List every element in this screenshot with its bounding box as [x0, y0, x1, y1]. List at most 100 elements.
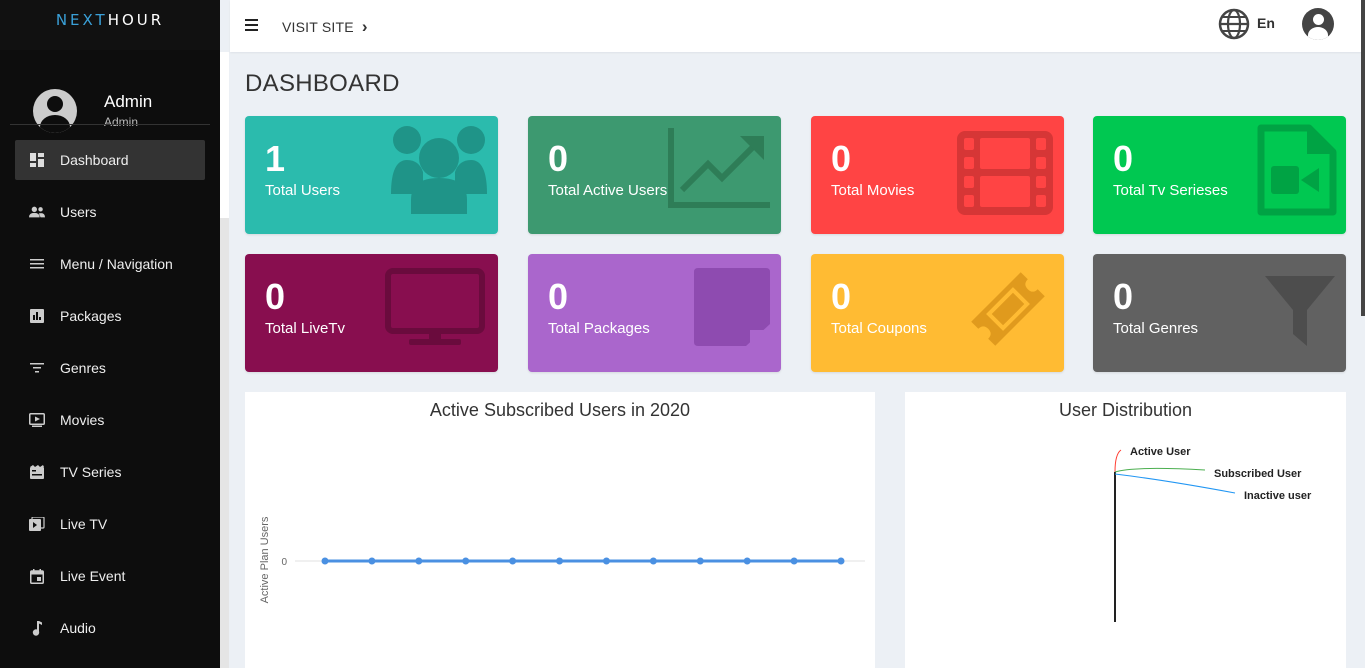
language-selector[interactable]: En	[1257, 15, 1275, 31]
card-total-movies[interactable]: 0 Total Movies	[811, 116, 1064, 234]
brand-logo[interactable]: NEXT HOUR	[0, 0, 220, 50]
card-value: 1	[265, 138, 286, 179]
line-chart: Active Plan Users 0	[259, 516, 865, 603]
card-value: 0	[548, 276, 569, 317]
ticket-icon	[971, 272, 1045, 346]
data-point[interactable]	[602, 557, 610, 565]
data-point[interactable]	[649, 557, 657, 565]
card-value: 0	[1113, 138, 1134, 179]
monitor-icon	[385, 268, 485, 345]
sidebar-item-packages[interactable]: Packages	[15, 296, 205, 336]
data-point[interactable]	[321, 557, 329, 565]
data-point[interactable]	[837, 557, 845, 565]
profile-icon[interactable]	[1302, 8, 1334, 40]
card-total-livetv[interactable]: 0 Total LiveTv	[245, 254, 498, 372]
sidebar-item-label: TV Series	[60, 464, 122, 480]
legend-active-user: Active User	[1130, 446, 1191, 458]
card-total-tv-serieses[interactable]: 0 Total Tv Serieses	[1093, 116, 1346, 234]
card-label: Total LiveTv	[265, 320, 346, 337]
pie-chart: Active User Subscribed User Inactive use…	[1114, 446, 1312, 622]
user-name: Admin	[104, 91, 153, 111]
top-navbar: VISIT SITE › En	[230, 0, 1365, 52]
live-tv-icon	[29, 516, 45, 532]
packages-icon	[29, 308, 45, 324]
live-event-icon	[29, 568, 45, 584]
sidebar-item-dashboard[interactable]: Dashboard	[15, 140, 205, 180]
card-total-packages[interactable]: 0 Total Packages	[528, 254, 781, 372]
leader-line-active	[1114, 449, 1122, 473]
leader-line-subscribed	[1114, 467, 1206, 473]
page-title: DASHBOARD	[245, 70, 400, 97]
globe-icon[interactable]	[1218, 8, 1250, 40]
card-label: Total Genres	[1113, 320, 1199, 337]
sidebar-item-tv-series[interactable]: TV Series	[15, 452, 205, 492]
card-value: 0	[831, 276, 852, 317]
users-group-icon	[391, 126, 487, 214]
card-label: Total Movies	[831, 182, 915, 199]
genres-icon	[29, 360, 45, 376]
card-total-coupons[interactable]: 0 Total Coupons	[811, 254, 1064, 372]
dashboard-icon	[29, 152, 45, 168]
visit-site-link[interactable]: VISIT SITE ›	[282, 17, 368, 37]
sidebar-item-menu-navigation[interactable]: Menu / Navigation	[15, 244, 205, 284]
brand-prefix: NEXT	[55, 11, 108, 29]
y-tick-label: 0	[281, 557, 287, 568]
card-total-users[interactable]: 1 Total Users	[245, 116, 498, 234]
video-file-icon	[1257, 124, 1337, 216]
users-icon	[29, 204, 45, 220]
card-total-active-users[interactable]: 0 Total Active Users	[528, 116, 781, 234]
legend-inactive-user: Inactive user	[1244, 490, 1312, 502]
sidebar-item-label: Packages	[60, 308, 122, 324]
data-point[interactable]	[696, 557, 704, 565]
data-point[interactable]	[790, 557, 798, 565]
sidebar-item-label: Movies	[60, 412, 105, 428]
tv-series-icon	[29, 464, 45, 480]
sidebar-item-label: Live TV	[60, 516, 108, 532]
sidebar-item-label: Genres	[60, 360, 106, 376]
data-point[interactable]	[462, 557, 470, 565]
card-label: Total Coupons	[831, 320, 927, 337]
card-label: Total Active Users	[548, 182, 668, 199]
visit-site-label: VISIT SITE	[282, 19, 354, 35]
trending-up-icon	[668, 128, 770, 208]
sidebar-item-label: Live Event	[60, 568, 126, 584]
sidebar-item-label: Menu / Navigation	[60, 256, 173, 272]
card-value: 0	[1113, 276, 1134, 317]
user-distribution-panel: User Distribution Active User Subscribed…	[905, 392, 1346, 668]
sidebar-scrollbar[interactable]	[220, 52, 229, 668]
card-label: Total Packages	[548, 320, 650, 337]
card-value: 0	[265, 276, 286, 317]
hamburger-icon[interactable]	[245, 19, 258, 31]
active-users-chart-panel: Active Subscribed Users in 2020 Active P…	[245, 392, 875, 668]
page-scrollbar[interactable]	[1361, 0, 1365, 316]
sidebar-menu	[0, 66, 220, 81]
note-icon	[694, 268, 770, 346]
sidebar-item-label: Users	[60, 204, 97, 220]
film-icon	[957, 131, 1053, 215]
sidebar-item-live-event[interactable]: Live Event	[15, 556, 205, 596]
data-point[interactable]	[743, 557, 751, 565]
sidebar-nav: Dashboard Users Menu / Navigation Packag…	[0, 125, 220, 660]
data-point[interactable]	[509, 557, 517, 565]
menu-icon	[29, 256, 45, 272]
data-point[interactable]	[368, 557, 376, 565]
card-value: 0	[831, 138, 852, 179]
sidebar-item-movies[interactable]: Movies	[15, 400, 205, 440]
data-point[interactable]	[415, 557, 423, 565]
card-label: Total Tv Serieses	[1113, 182, 1228, 199]
legend-subscribed-user: Subscribed User	[1214, 468, 1302, 480]
movies-icon	[29, 412, 45, 428]
card-value: 0	[548, 138, 569, 179]
card-total-genres[interactable]: 0 Total Genres	[1093, 254, 1346, 372]
filter-icon	[1265, 276, 1335, 346]
sidebar-item-live-tv[interactable]: Live TV	[15, 504, 205, 544]
sidebar-item-audio[interactable]: Audio	[15, 608, 205, 648]
sidebar-item-label: Audio	[60, 620, 96, 636]
y-axis-label: Active Plan Users	[259, 516, 271, 603]
data-point[interactable]	[556, 557, 564, 565]
audio-icon	[29, 620, 45, 636]
sidebar-item-label: Dashboard	[60, 152, 129, 168]
sidebar-item-users[interactable]: Users	[15, 192, 205, 232]
card-label: Total Users	[265, 182, 341, 199]
sidebar-item-genres[interactable]: Genres	[15, 348, 205, 388]
